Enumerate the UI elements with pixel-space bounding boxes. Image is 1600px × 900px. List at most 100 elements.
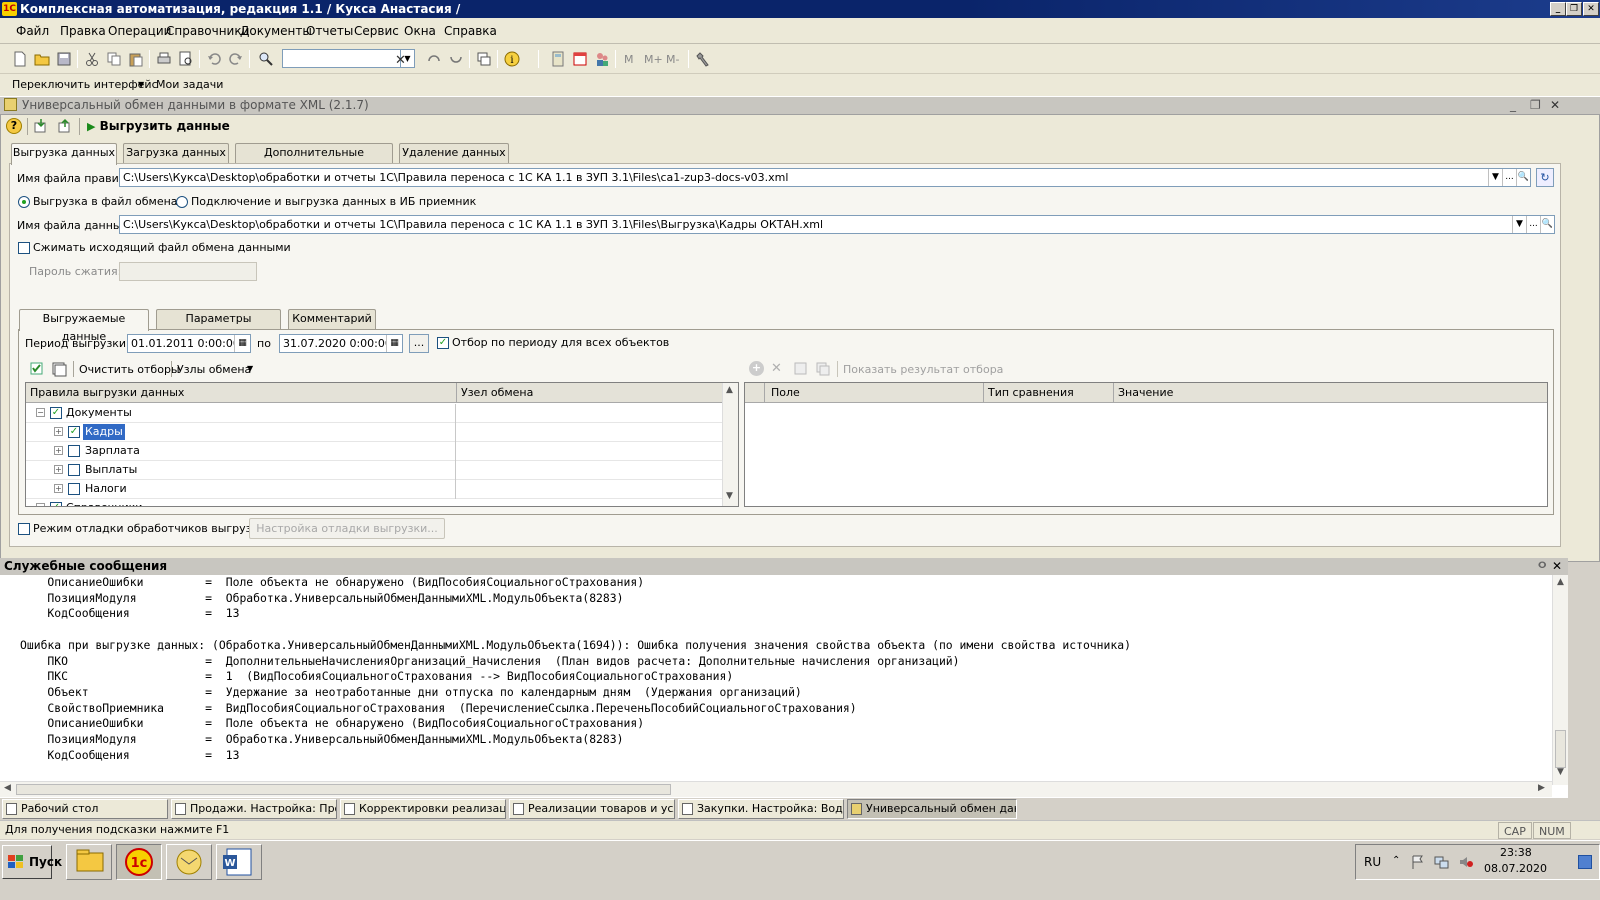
tree-row[interactable]: + Выплаты (26, 461, 722, 480)
cut-icon[interactable] (84, 51, 100, 67)
tab-additional-settings[interactable]: Дополнительные настройки (235, 143, 393, 177)
collapse-icon[interactable]: − (36, 503, 45, 506)
scroll-thumb[interactable] (1555, 730, 1566, 768)
expand-icon[interactable]: + (54, 484, 63, 493)
undo-icon[interactable] (206, 51, 222, 67)
expand-icon[interactable]: + (54, 465, 63, 474)
window-tab[interactable]: Корректировки реализации:... (340, 799, 506, 819)
my-tasks-button[interactable]: Мои задачи (156, 78, 223, 91)
exchange-nodes-button[interactable]: Узлы обмена (177, 363, 251, 376)
expand-icon[interactable]: + (54, 446, 63, 455)
menu-documents[interactable]: Документы (240, 24, 312, 38)
tab-delete-data[interactable]: Удаление данных (399, 143, 509, 163)
debug-settings-button[interactable]: Настройка отладки выгрузки... (249, 518, 445, 539)
row-checkbox[interactable] (68, 483, 80, 495)
window-tab[interactable]: Закупки. Настройка: Водос... (678, 799, 844, 819)
volume-muted-icon[interactable] (1458, 854, 1474, 870)
ellipsis-button[interactable]: ... (1526, 216, 1540, 233)
word-icon[interactable]: W (216, 844, 262, 880)
tree-row[interactable]: − ✓ Документы (26, 404, 722, 423)
scroll-right-icon[interactable]: ▶ (1538, 783, 1545, 793)
tools-icon[interactable] (696, 51, 712, 67)
tree-row[interactable]: + Налоги (26, 480, 722, 499)
row-checkbox[interactable]: ✓ (50, 502, 62, 506)
rules-grid-scrollbar[interactable]: ▲ ▼ (722, 383, 738, 506)
tree-row[interactable]: − ✓ Справочники (26, 499, 722, 506)
scroll-thumb[interactable] (16, 784, 671, 795)
print-icon[interactable] (156, 51, 172, 67)
open-folder-icon[interactable] (34, 51, 50, 67)
windows-list-icon[interactable] (476, 51, 492, 67)
debug-mode-checkbox[interactable] (18, 523, 30, 535)
1c-enterprise-icon[interactable]: 1c (116, 844, 162, 880)
memory-plus-button[interactable]: M+ (644, 53, 663, 66)
add-filter-icon[interactable]: + (749, 361, 764, 376)
chevron-up-icon[interactable]: ⌃ (1392, 855, 1400, 866)
menu-reports[interactable]: Отчеты (306, 24, 353, 38)
ellipsis-button[interactable]: ... (1502, 169, 1516, 186)
users-icon[interactable] (594, 51, 610, 67)
tab-exported-data[interactable]: Выгружаемые данные (19, 309, 149, 343)
save-icon[interactable] (56, 51, 72, 67)
clock-time[interactable]: 23:38 (1500, 846, 1532, 859)
window-tab-active[interactable]: Универсальный обмен данн... (847, 799, 1017, 819)
find-prev-icon[interactable] (448, 51, 464, 67)
data-file-field[interactable]: C:\Users\Кукса\Desktop\обработки и отчет… (119, 215, 1555, 234)
save-settings-icon[interactable] (57, 118, 73, 134)
uncheck-all-icon[interactable] (51, 361, 67, 377)
tree-row[interactable]: + ✓ Кадры (26, 423, 722, 442)
menu-windows[interactable]: Окна (404, 24, 436, 38)
row-checkbox[interactable] (68, 464, 80, 476)
calendar-icon[interactable]: ▦ (234, 335, 250, 352)
menu-catalogs[interactable]: Справочники (166, 24, 249, 38)
tab-import[interactable]: Загрузка данных (123, 143, 229, 163)
clock-date[interactable]: 08.07.2020 (1484, 862, 1547, 875)
switch-interface-button[interactable]: Переключить интерфейс (12, 78, 158, 91)
pin-icon[interactable]: ⵔ (1538, 558, 1546, 574)
period-from-field[interactable]: 01.01.2011 0:00:00 ▦ (127, 334, 251, 353)
redo-icon[interactable] (228, 51, 244, 67)
collapse-icon[interactable]: − (36, 408, 45, 417)
radio-export-to-ib[interactable] (176, 196, 188, 208)
form-close-button[interactable]: ✕ (1550, 97, 1560, 113)
password-field[interactable] (119, 262, 257, 281)
start-button[interactable]: Пуск (2, 845, 62, 879)
network-icon[interactable] (1434, 854, 1450, 870)
copy-filter-icon[interactable] (815, 361, 831, 377)
window-tab-desktop[interactable]: Рабочий стол (2, 799, 168, 819)
chevron-down-icon[interactable]: ▼ (1488, 169, 1502, 186)
tree-row[interactable]: + Зарплата (26, 442, 722, 461)
calculator-icon[interactable] (550, 51, 566, 67)
row-checkbox[interactable]: ✓ (68, 426, 80, 438)
menu-file[interactable]: Файл (16, 24, 49, 38)
copy-icon[interactable] (106, 51, 122, 67)
tab-export-params[interactable]: Параметры выгрузки (156, 309, 281, 343)
period-select-button[interactable]: ... (409, 334, 429, 353)
scroll-down-icon[interactable]: ▼ (1557, 767, 1564, 777)
messages-horizontal-scrollbar[interactable]: ◀ ▶ (0, 781, 1552, 797)
window-tab[interactable]: Продажи. Настройка: Прод... (171, 799, 337, 819)
flag-icon[interactable] (1410, 854, 1426, 870)
find-icon[interactable] (258, 51, 274, 67)
scroll-up-icon[interactable]: ▲ (726, 385, 733, 395)
show-filter-result-button[interactable]: Показать результат отбора (843, 363, 1003, 376)
messages-close-button[interactable]: ✕ (1552, 558, 1562, 574)
expand-icon[interactable]: + (54, 427, 63, 436)
search-icon[interactable]: 🔍 (1516, 169, 1530, 186)
export-data-button[interactable]: ▶ Выгрузить данные (87, 117, 230, 136)
messages-vertical-scrollbar[interactable]: ▲ ▼ (1552, 575, 1568, 785)
clear-search-icon[interactable]: ✕ (395, 53, 411, 69)
menu-help[interactable]: Справка (444, 24, 497, 38)
close-button[interactable]: ✕ (1583, 2, 1599, 16)
rules-file-field[interactable]: C:\Users\Кукса\Desktop\обработки и отчет… (119, 168, 1531, 187)
tab-export[interactable]: Выгрузка данных (11, 143, 117, 165)
refresh-rules-icon[interactable]: ↻ (1536, 168, 1554, 187)
filter-period-checkbox[interactable]: ✓ (437, 337, 449, 349)
check-filter-icon[interactable] (793, 361, 809, 377)
minimize-button[interactable]: _ (1550, 2, 1566, 16)
memory-minus-button[interactable]: M- (666, 53, 679, 66)
period-to-field[interactable]: 31.07.2020 0:00:00 ▦ (279, 334, 403, 353)
memory-m-button[interactable]: M (624, 53, 634, 66)
compress-checkbox[interactable] (18, 242, 30, 254)
scroll-up-icon[interactable]: ▲ (1557, 577, 1564, 587)
